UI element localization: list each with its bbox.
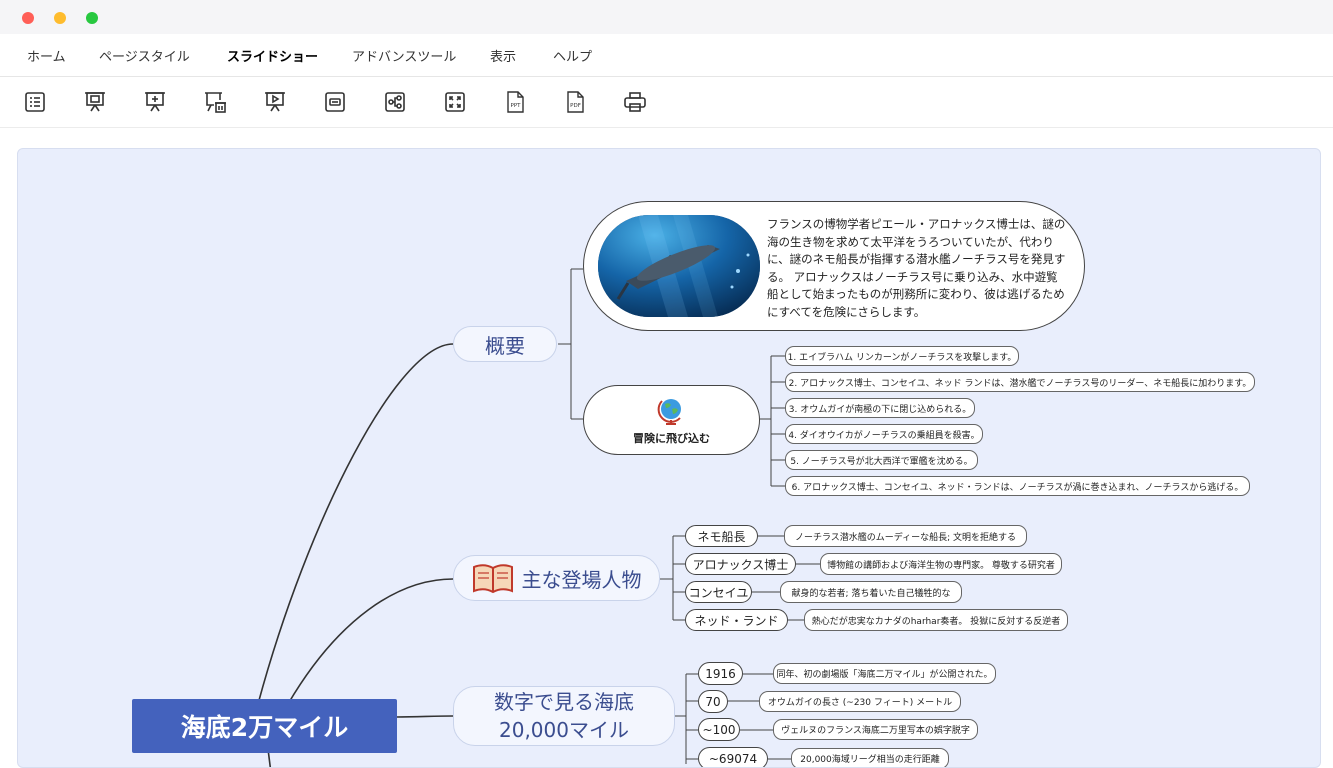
number-value[interactable]: 1916: [698, 662, 743, 685]
collapse-icon[interactable]: [322, 89, 348, 115]
character-name[interactable]: コンセイユ: [685, 581, 752, 603]
menu-page-style[interactable]: ページスタイル: [99, 46, 190, 65]
svg-text:PPT: PPT: [511, 103, 522, 109]
summary-text: フランスの博物学者ピエール・アロナックス博士は、謎の海の生き物を求めて太平洋をう…: [767, 217, 1066, 319]
event-6[interactable]: 6. アロナックス博士、コンセイユ、ネッド・ランドは、ノーチラスが渦に巻き込まれ…: [785, 476, 1250, 496]
topic-numbers-line2: 20,000マイル: [499, 718, 629, 742]
event-4[interactable]: 4. ダイオウイカがノーチラスの乗組員を殺害。: [785, 424, 983, 444]
topic-numbers-line1: 数字で見る海底: [494, 690, 634, 714]
number-value[interactable]: ~69074: [698, 747, 768, 767]
menu-advanced-tools[interactable]: アドバンスツール: [352, 46, 456, 65]
topic-overview[interactable]: 概要: [453, 326, 557, 362]
add-slide-icon[interactable]: [142, 89, 168, 115]
topic-characters-label: 主な登場人物: [521, 567, 642, 592]
root-topic[interactable]: 海底2万マイル: [132, 699, 397, 753]
character-desc[interactable]: ノーチラス潜水艦のムーディーな船長; 文明を拒絶する: [784, 525, 1027, 547]
fullscreen-icon[interactable]: [442, 89, 468, 115]
event-2[interactable]: 2. アロナックス博士、コンセイユ、ネッド ランドは、潜水艦でノーチラス号のリー…: [785, 372, 1255, 392]
play-icon[interactable]: [262, 89, 288, 115]
ppt-export-icon[interactable]: PPT: [502, 89, 528, 115]
minimize-window-button[interactable]: [54, 12, 66, 24]
title-bar: [0, 0, 1333, 34]
pdf-export-icon[interactable]: PDF: [562, 89, 588, 115]
number-value[interactable]: ~100: [698, 718, 740, 741]
character-name[interactable]: アロナックス博士: [685, 553, 796, 575]
adventure-label: 冒険に飛び込む: [633, 431, 710, 445]
number-desc[interactable]: オウムガイの長さ (~230 フィート) メートル: [759, 691, 961, 712]
character-name[interactable]: ネッド・ランド: [685, 609, 788, 631]
slideshow-icon[interactable]: [82, 89, 108, 115]
event-1[interactable]: 1. エイブラハム リンカーンがノーチラスを攻撃します。: [785, 346, 1019, 366]
delete-slide-icon[interactable]: [202, 89, 228, 115]
svg-text:PDF: PDF: [570, 103, 581, 109]
event-3[interactable]: 3. オウムガイが南極の下に閉じ込められる。: [785, 398, 975, 418]
toolbar: PPT PDF: [0, 77, 1333, 128]
menu-help[interactable]: ヘルプ: [553, 46, 592, 65]
mindmap-canvas[interactable]: 概要 フランスの博物学者ピエール・アロナックス博士は、謎の海の生き物を求めて太平…: [17, 148, 1321, 768]
menu-bar: ホーム ページスタイル スライドショー アドバンスツール 表示 ヘルプ: [0, 34, 1333, 77]
number-value[interactable]: 70: [698, 690, 728, 713]
number-desc[interactable]: 同年、初の劇場版「海底二万マイル」が公開された。: [773, 663, 996, 684]
topic-characters[interactable]: 主な登場人物: [453, 555, 660, 601]
character-name[interactable]: ネモ船長: [685, 525, 758, 547]
summary-card[interactable]: フランスの博物学者ピエール・アロナックス博士は、謎の海の生き物を求めて太平洋をう…: [583, 201, 1085, 331]
menu-slideshow[interactable]: スライドショー: [227, 46, 318, 65]
number-desc[interactable]: ヴェルヌのフランス海底二万里写本の娯字脱字: [773, 719, 978, 740]
submarine-illustration: [598, 215, 760, 317]
number-desc[interactable]: 20,000海域リーグ相当の走行距離: [791, 748, 949, 767]
close-window-button[interactable]: [22, 12, 34, 24]
topic-numbers[interactable]: 数字で見る海底 20,000マイル: [453, 686, 675, 746]
character-desc[interactable]: 献身的な若者; 落ち着いた自己犠牲的な: [780, 581, 962, 603]
menu-home[interactable]: ホーム: [27, 46, 66, 65]
event-5[interactable]: 5. ノーチラス号が北大西洋で軍艦を沈める。: [785, 450, 978, 470]
branch-icon[interactable]: [382, 89, 408, 115]
book-icon: [472, 561, 514, 595]
adventure-node[interactable]: 冒険に飛び込む: [583, 385, 760, 455]
globe-icon: [656, 395, 688, 427]
character-desc[interactable]: 熱心だが忠実なカナダのharhar奏者。 投獄に反対する反逆者: [804, 609, 1068, 631]
outline-icon[interactable]: [22, 89, 48, 115]
character-desc[interactable]: 博物館の講師および海洋生物の専門家。 尊敬する研究者: [820, 553, 1062, 575]
maximize-window-button[interactable]: [86, 12, 98, 24]
print-icon[interactable]: [622, 89, 648, 115]
menu-view[interactable]: 表示: [490, 46, 516, 65]
